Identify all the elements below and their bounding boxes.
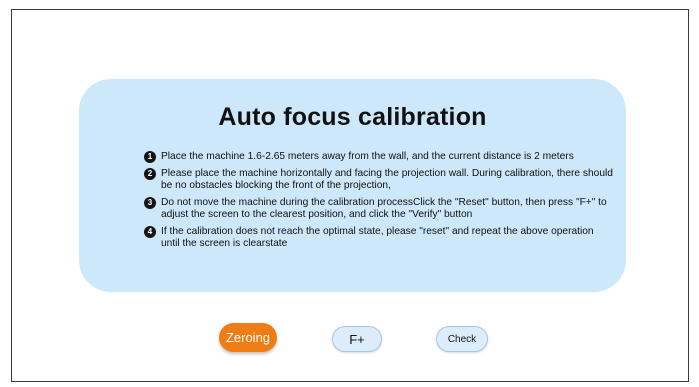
instruction-step-3: 3 Do not move the machine during the cal… xyxy=(143,197,613,221)
step-text: If the calibration does not reach the op… xyxy=(161,226,594,249)
zeroing-button[interactable]: Zeroing xyxy=(219,323,277,352)
instruction-step-1: 1 Place the machine 1.6-2.65 meters away… xyxy=(143,151,613,163)
step-number-badge: 1 xyxy=(144,151,156,163)
step-number-badge: 4 xyxy=(144,226,156,238)
step-number-badge: 3 xyxy=(144,197,156,209)
instruction-list: 1 Place the machine 1.6-2.65 meters away… xyxy=(143,151,613,255)
step-text: Please place the machine horizontally an… xyxy=(161,168,613,191)
page-title: Auto focus calibration xyxy=(218,103,487,131)
instruction-step-2: 2 Please place the machine horizontally … xyxy=(143,168,613,192)
step-number-badge: 2 xyxy=(144,168,156,180)
check-button[interactable]: Check xyxy=(436,326,488,352)
step-text: Place the machine 1.6-2.65 meters away f… xyxy=(161,151,574,162)
calibration-card: Auto focus calibration 1 Place the machi… xyxy=(79,79,626,292)
instruction-step-4: 4 If the calibration does not reach the … xyxy=(143,226,613,250)
step-text: Do not move the machine during the calib… xyxy=(161,197,607,220)
focus-plus-button[interactable]: F+ xyxy=(332,326,382,352)
